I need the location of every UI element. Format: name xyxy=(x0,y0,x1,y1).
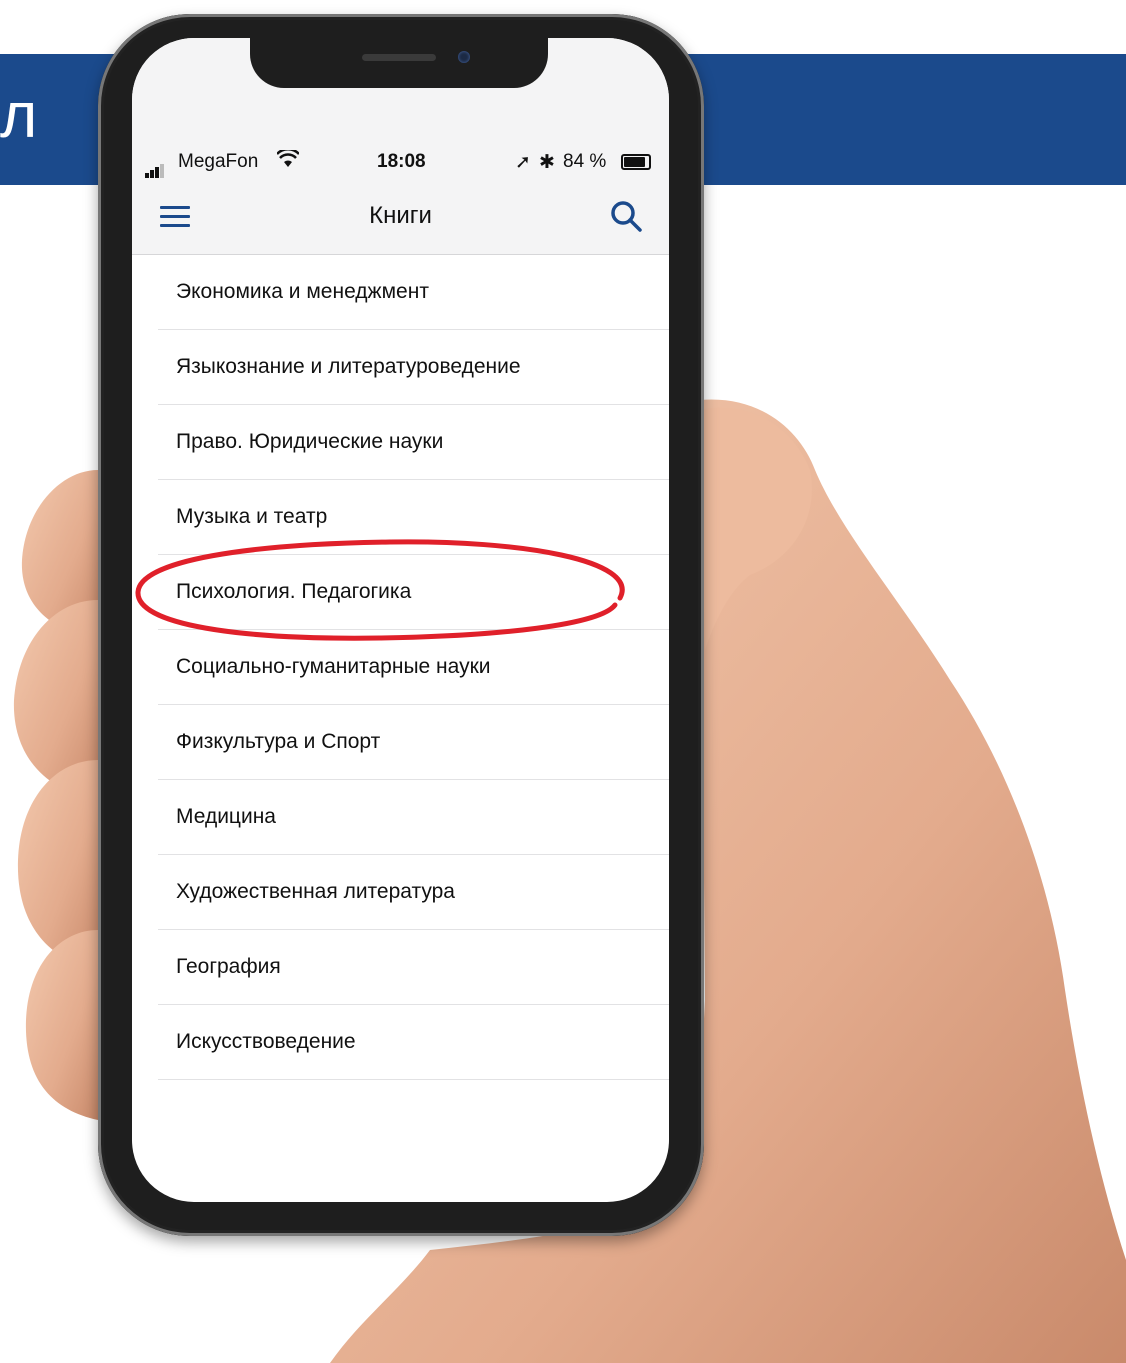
category-list: Экономика и менеджмент Языкознание и лит… xyxy=(132,255,669,1080)
list-item-label: Физкультура и Спорт xyxy=(176,730,381,753)
battery-icon xyxy=(621,154,651,170)
list-item-label: Экономика и менеджмент xyxy=(176,280,429,303)
list-item-label: География xyxy=(176,955,281,978)
list-item-label: Право. Юридические науки xyxy=(176,430,444,453)
list-item-label: Искусствоведение xyxy=(176,1030,356,1053)
list-item[interactable]: Художественная литература xyxy=(158,855,669,930)
phone-notch xyxy=(250,38,548,88)
list-item[interactable]: Социально-гуманитарные науки xyxy=(158,630,669,705)
list-item[interactable]: Экономика и менеджмент xyxy=(158,255,669,330)
location-icon: ➚ xyxy=(515,152,531,173)
list-item-label: Языкознание и литературоведение xyxy=(176,355,521,378)
list-item[interactable]: География xyxy=(158,930,669,1005)
camera xyxy=(458,51,470,63)
list-item-highlighted[interactable]: Психология. Педагогика xyxy=(158,555,669,630)
list-item[interactable]: Физкультура и Спорт xyxy=(158,705,669,780)
battery-percent: 84 % xyxy=(563,151,607,172)
list-item[interactable]: Языкознание и литературоведение xyxy=(158,330,669,405)
list-item[interactable]: Музыка и театр xyxy=(158,480,669,555)
list-item[interactable]: Искусствоведение xyxy=(158,1005,669,1080)
list-item[interactable]: Право. Юридические науки xyxy=(158,405,669,480)
list-item-label: Медицина xyxy=(176,805,276,828)
list-item-label: Психология. Педагогика xyxy=(176,580,412,603)
carrier-name: MegaFon xyxy=(178,151,259,172)
status-bar: MegaFon 18:08 ➚ ✱ 84 % xyxy=(132,147,669,178)
list-item[interactable]: Медицина xyxy=(158,780,669,855)
status-time: 18:08 xyxy=(377,151,426,172)
bluetooth-icon: ✱ xyxy=(539,152,555,173)
phone-screen: MegaFon 18:08 ➚ ✱ 84 % Книги Экономика и… xyxy=(132,38,669,1202)
nav-bar: Книги xyxy=(132,196,669,240)
list-item-label: Художественная литература xyxy=(176,880,455,903)
wifi-icon xyxy=(276,147,300,174)
list-item-label: Социально-гуманитарные науки xyxy=(176,655,491,678)
nav-title: Книги xyxy=(369,202,432,229)
list-item-label: Музыка и театр xyxy=(176,505,328,528)
speaker xyxy=(362,54,436,61)
search-icon[interactable] xyxy=(610,200,644,234)
